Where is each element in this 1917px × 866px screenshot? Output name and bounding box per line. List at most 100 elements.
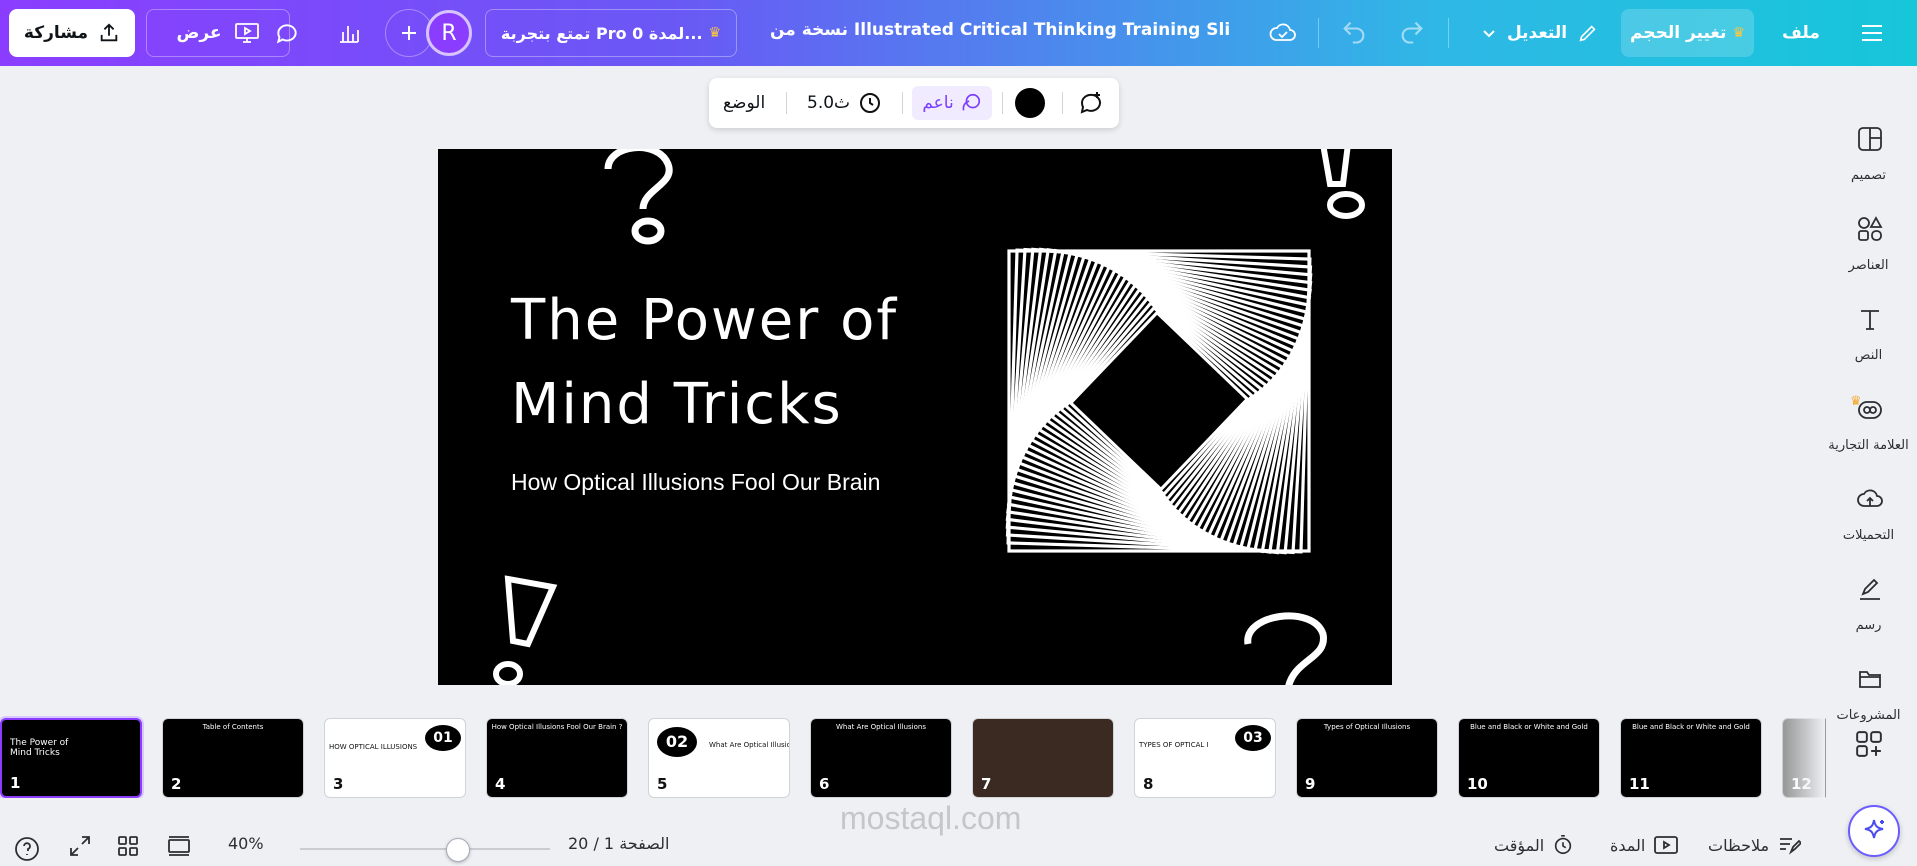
crown-icon: ♛ [708, 25, 722, 41]
file-menu-button[interactable]: ملف [1775, 9, 1827, 57]
magic-assistant-button[interactable] [1848, 805, 1900, 857]
position-button[interactable]: الوضع [723, 86, 765, 120]
file-label: ملف [1782, 23, 1820, 43]
add-page-icon[interactable] [1855, 730, 1883, 758]
trial-label: تمتع بتجربة Pro لمدة 0... [500, 23, 703, 43]
question-mark-doodle [604, 149, 673, 245]
folder-icon [1859, 671, 1881, 688]
divider [1448, 18, 1449, 48]
sidebar-item-brand[interactable]: ♛ العلامة التجارية [1820, 366, 1917, 453]
present-label: عرض [176, 23, 222, 43]
bottom-bar: 40% الصفحة 1 / 20 المؤقت المدة ملاحظات [0, 826, 1830, 866]
transition-label: ناعم [922, 93, 954, 113]
timer-button[interactable]: المؤقت [1494, 834, 1574, 856]
sidebar-item-projects[interactable]: المشروعات [1820, 636, 1917, 723]
thumbnail-page-6[interactable]: What Are Optical Illusions 6 [810, 718, 952, 798]
thumbnail-caption: Blue and Black or White and Gold [1470, 723, 1588, 731]
thumbnail-page-5[interactable]: What Are Optical Illusions ? 02 5 [648, 718, 790, 798]
slide-toolbar: الوضع 5.0ث ناعم [709, 78, 1119, 128]
insights-button[interactable] [325, 9, 373, 57]
thumbnail-page-1[interactable]: The Power of Mind Tricks 1 [0, 718, 142, 798]
divider [1002, 92, 1003, 114]
thumbnail-caption: How Optical Illusions Fool Our Brain ? [491, 723, 623, 731]
sidebar-item-design[interactable]: تصميم [1820, 96, 1917, 183]
timer-label: المؤقت [1494, 835, 1545, 855]
background-color-swatch[interactable] [1015, 88, 1045, 118]
redo-icon[interactable] [1398, 18, 1426, 46]
fullscreen-icon[interactable] [68, 834, 92, 858]
sidebar-label: النص [1854, 348, 1883, 363]
timer-icon [1555, 835, 1572, 855]
thumbnail-page-7[interactable]: 7 [972, 718, 1114, 798]
illusion-square [1068, 310, 1250, 492]
user-avatar[interactable]: R [426, 10, 472, 56]
illusion-square [1045, 287, 1273, 515]
pages-view-icon[interactable] [166, 834, 192, 858]
page-duration-button[interactable]: 5.0ث [807, 86, 882, 120]
sidebar-item-elements[interactable]: العناصر [1820, 186, 1917, 273]
undo-icon[interactable] [1340, 18, 1368, 46]
exclamation-doodle [1320, 149, 1365, 219]
thumbnail-caption: Table of Contents [202, 723, 264, 731]
section-badge: 03 [1235, 725, 1271, 751]
zoom-slider[interactable] [300, 848, 550, 850]
thumbnail-number: 8 [1143, 775, 1154, 793]
slide-subtitle[interactable]: How Optical Illusions Fool Our Brain [511, 469, 931, 496]
thumbnail-number: 11 [1629, 775, 1650, 793]
slide-canvas[interactable]: The Power of Mind Tricks How Optical Ill… [438, 149, 1392, 685]
divider [1318, 18, 1319, 48]
thumbnail-caption: HOW OPTICAL ILLUSIONS FOOL OUR BRAIN ? [329, 743, 419, 751]
sparkle-icon [1864, 819, 1884, 839]
share-icon [100, 23, 118, 42]
duration-button[interactable]: المدة [1610, 834, 1679, 856]
duration-label: 5.0ث [807, 93, 851, 113]
grid-view-icon[interactable] [116, 834, 140, 858]
thumbnail-page-10[interactable]: Blue and Black or White and Gold 10 [1458, 718, 1600, 798]
thumbnail-page-4[interactable]: How Optical Illusions Fool Our Brain ? 4 [486, 718, 628, 798]
notes-icon [1780, 838, 1802, 855]
thumbnail-caption: TYPES OF OPTICAL ILLUSIONS [1139, 741, 1209, 749]
slide-title[interactable]: The Power of Mind Tricks [511, 279, 931, 447]
edit-mode-button[interactable]: التعديل [1470, 9, 1610, 57]
thumbnail-number: 1 [10, 774, 21, 792]
zoom-level[interactable]: 40% [228, 834, 264, 853]
share-button[interactable]: مشاركة [9, 9, 135, 57]
exclamation-doodle-2 [493, 575, 558, 685]
hamburger-menu-icon[interactable] [1858, 20, 1886, 46]
play-icon [1654, 836, 1679, 854]
document-title[interactable]: نسخة من Illustrated Critical Thinking Tr… [770, 20, 1230, 40]
draw-icon [1860, 578, 1880, 600]
thumbnail-page-9[interactable]: Types of Optical Illusions 9 [1296, 718, 1438, 798]
notes-button[interactable]: ملاحظات [1708, 834, 1802, 856]
thumbnail-number: 7 [981, 775, 992, 793]
thumbnail-caption: What Are Optical Illusions ? [709, 741, 789, 749]
thumbnail-page-8[interactable]: TYPES OF OPTICAL ILLUSIONS 03 8 [1134, 718, 1276, 798]
thumbnail-page-11[interactable]: Blue and Black or White and Gold 11 [1620, 718, 1762, 798]
divider [786, 92, 787, 114]
sidebar-label: المشروعات [1836, 708, 1901, 723]
sidebar-label: رسم [1855, 618, 1882, 633]
duration-label: المدة [1610, 835, 1646, 855]
chevron-down-icon [1483, 30, 1495, 38]
cloud-saved-icon[interactable] [1268, 18, 1298, 48]
add-comment-button[interactable] [1077, 86, 1105, 120]
position-label: الوضع [723, 93, 766, 113]
sidebar-item-text[interactable]: النص [1820, 276, 1917, 363]
illusion-square [1049, 291, 1269, 511]
thumbnail-number: 9 [1305, 775, 1316, 793]
share-label: مشاركة [23, 23, 89, 43]
help-icon[interactable] [14, 836, 40, 862]
brand-icon [1858, 401, 1882, 419]
thumbnail-page-3[interactable]: HOW OPTICAL ILLUSIONS FOOL OUR BRAIN ? 0… [324, 718, 466, 798]
sidebar-item-draw[interactable]: رسم [1820, 546, 1917, 633]
transition-button[interactable]: ناعم [912, 86, 992, 120]
page-indicator: الصفحة 1 / 20 [568, 834, 670, 853]
sidebar-item-uploads[interactable]: التحميلات [1820, 456, 1917, 543]
present-icon [234, 23, 259, 43]
thumbnail-page-2[interactable]: Table of Contents 2 [162, 718, 304, 798]
resize-button[interactable]: تغيير الحجم ♛ [1621, 9, 1754, 57]
elements-icon [1858, 216, 1883, 241]
sidebar-label: تصميم [1851, 168, 1886, 183]
pro-trial-button[interactable]: تمتع بتجربة Pro لمدة 0... ♛ [485, 9, 737, 57]
zoom-slider-handle[interactable] [446, 838, 470, 862]
